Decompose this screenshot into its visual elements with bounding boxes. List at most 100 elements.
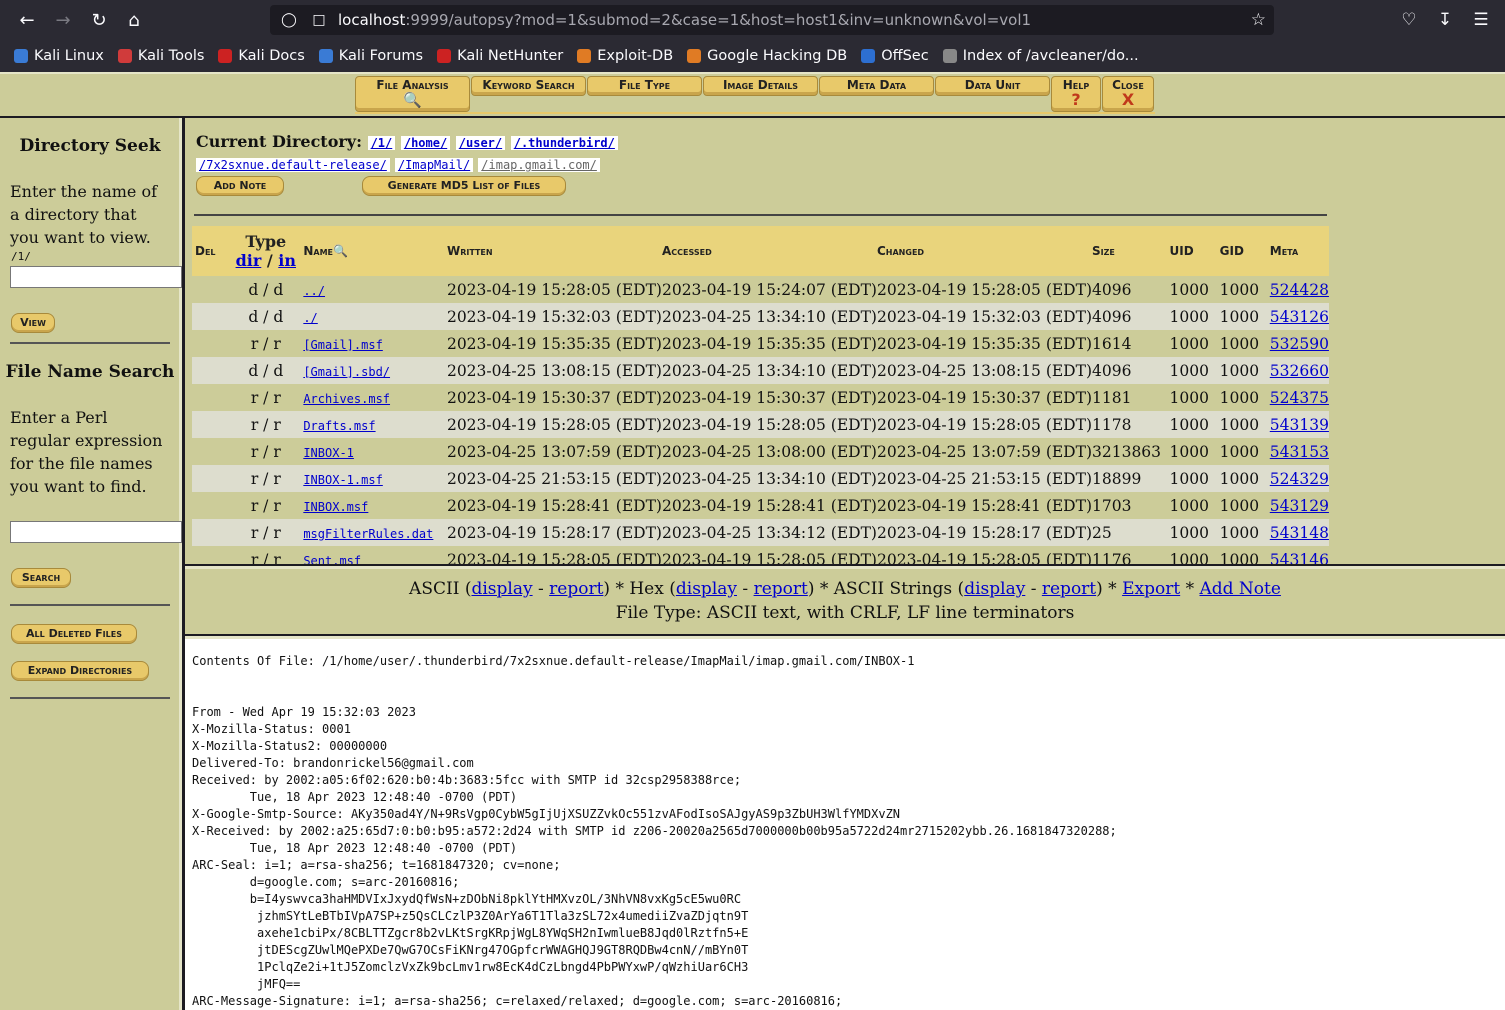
file-name-link[interactable]: [Gmail].sbd/ (303, 365, 390, 379)
tab-help[interactable]: Help ? (1051, 76, 1101, 112)
ascii-display-link[interactable]: display (471, 579, 532, 599)
cell-size: 18899 (1092, 465, 1170, 492)
home-icon[interactable]: ⌂ (119, 6, 149, 34)
file-name-link[interactable]: ./ (303, 311, 317, 325)
file-name-link[interactable]: ../ (303, 284, 325, 298)
add-note-button[interactable]: Add Note (196, 176, 284, 196)
bookmark-item[interactable]: Kali Forums (318, 48, 423, 64)
cell-size: 1176 (1092, 550, 1132, 565)
meta-link[interactable]: 532660 (1270, 362, 1329, 380)
meta-link[interactable]: 543129 (1270, 497, 1329, 515)
bookmark-label: Kali NetHunter (457, 48, 564, 64)
file-name-link[interactable]: Archives.msf (303, 392, 390, 406)
ascii-report-link[interactable]: report (549, 579, 603, 599)
file-name-link[interactable]: [Gmail].msf (303, 338, 382, 352)
file-name-link[interactable]: INBOX-1 (303, 446, 354, 460)
breadcrumb-root[interactable]: /1/ (367, 136, 396, 150)
tab-meta-data[interactable]: Meta Data (819, 76, 934, 96)
file-name-link[interactable]: INBOX.msf (303, 500, 368, 514)
view-options-frame: ASCII (display - report) * Hex (display … (185, 566, 1505, 634)
hex-display-link[interactable]: display (676, 579, 737, 599)
url-bar[interactable]: ◯ □ localhost:9999/autopsy?mod=1&submod=… (270, 5, 1274, 35)
bookmark-item[interactable]: Kali Docs (218, 48, 305, 64)
cell-name: INBOX-1.msf (300, 465, 447, 492)
meta-link[interactable]: 543139 (1270, 416, 1329, 434)
shield-icon[interactable]: ◯ (278, 12, 300, 28)
breadcrumb-home[interactable]: /home/ (400, 136, 451, 150)
all-deleted-files-button[interactable]: All Deleted Files (11, 624, 137, 644)
col-del: Del (192, 226, 232, 276)
cell-name: INBOX-1 (300, 438, 447, 465)
forward-arrow-icon[interactable]: → (48, 6, 78, 34)
export-link[interactable]: Export (1122, 579, 1180, 599)
cell-gid: 1000 (1219, 519, 1270, 546)
add-note-link[interactable]: Add Note (1199, 579, 1280, 599)
cell-accessed: 2023-04-19 15:28:05 (EDT) (661, 411, 877, 438)
tab-file-analysis[interactable]: File Analysis 🔍 (355, 76, 470, 112)
file-name-link[interactable]: Sent.msf (303, 554, 361, 565)
file-name-link[interactable]: msgFilterRules.dat (303, 527, 433, 541)
tab-file-type[interactable]: File Type (587, 76, 702, 96)
file-name-link[interactable]: Drafts.msf (303, 419, 375, 433)
help-icon: ? (1071, 90, 1081, 109)
strings-display-link[interactable]: display (964, 579, 1025, 599)
bookmark-label: OffSec (881, 48, 929, 64)
bookmark-item[interactable]: Kali Tools (117, 48, 204, 64)
download-icon[interactable]: ↧ (1430, 6, 1460, 34)
reload-icon[interactable]: ↻ (84, 6, 114, 34)
type-dir-link[interactable]: dir (236, 251, 262, 270)
pocket-icon[interactable]: ♡ (1394, 6, 1424, 34)
meta-link[interactable]: 524375 (1270, 389, 1329, 407)
tab-image-details[interactable]: Image Details (703, 76, 818, 96)
tab-data-unit[interactable]: Data Unit (935, 76, 1050, 96)
table-row: r / r INBOX.msf 2023-04-19 15:28:41 (EDT) 2… (192, 492, 1329, 519)
back-arrow-icon[interactable]: ← (12, 6, 42, 34)
cell-written: 2023-04-19 15:28:05 (EDT) (446, 550, 662, 565)
type-in-link[interactable]: in (278, 251, 296, 270)
expand-directories-button[interactable]: Expand Directories (11, 661, 149, 681)
table-row: r / r msgFilterRules.dat 2023-04-19 15:28:… (192, 519, 1329, 546)
tab-close[interactable]: Close X (1102, 76, 1154, 112)
cell-changed: 2023-04-19 15:28:41 (EDT) (876, 496, 1092, 515)
meta-link[interactable]: 532590 (1270, 335, 1329, 353)
col-name[interactable]: Name🔍 (300, 226, 447, 276)
strings-report-link[interactable]: report (1042, 579, 1096, 599)
bookmark-item[interactable]: OffSec (861, 48, 929, 64)
cell-accessed: 2023-04-25 13:08:00 (EDT) (661, 442, 877, 461)
file-name-input[interactable] (10, 521, 182, 543)
breadcrumb-profile[interactable]: /7x2sxnue.default-release/ (196, 158, 390, 172)
meta-link[interactable]: 543148 (1270, 524, 1329, 542)
meta-link[interactable]: 543153 (1270, 443, 1329, 461)
bookmark-item[interactable]: Google Hacking DB (687, 48, 847, 64)
cell-accessed: 2023-04-19 15:30:37 (EDT) (661, 388, 877, 407)
table-row: r / r Archives.msf 2023-04-19 15:30:37 (ED… (192, 384, 1329, 411)
bookmark-item[interactable]: Exploit-DB (577, 48, 673, 64)
file-name-link[interactable]: INBOX-1.msf (303, 473, 382, 487)
breadcrumb-line-2: /7x2sxnue.default-release/ /ImapMail/ /i… (196, 154, 600, 173)
menu-icon[interactable]: ☰ (1466, 6, 1496, 34)
breadcrumb-user[interactable]: /user/ (455, 136, 506, 150)
cell-name: ./ (300, 303, 447, 330)
bookmark-item[interactable]: Kali Linux (14, 48, 104, 64)
search-button[interactable]: Search (11, 568, 71, 588)
generate-md5-button[interactable]: Generate MD5 List of Files (362, 176, 566, 196)
hex-label: Hex (629, 579, 664, 599)
bookmark-item[interactable]: Kali NetHunter (437, 48, 563, 64)
current-directory-label: Current Directory: (196, 132, 362, 151)
meta-link[interactable]: 524428 (1270, 281, 1329, 299)
hex-report-link[interactable]: report (754, 579, 808, 599)
breadcrumb-imapmail[interactable]: /ImapMail/ (394, 158, 474, 172)
breadcrumb-thunderbird[interactable]: /.thunderbird/ (510, 136, 618, 150)
bookmark-item[interactable]: Index of /avcleaner/do... (942, 48, 1139, 64)
tab-keyword-search[interactable]: Keyword Search (471, 76, 586, 96)
meta-link[interactable]: 524329 (1270, 470, 1329, 488)
bookmark-icon (117, 49, 132, 63)
directory-input[interactable] (10, 266, 182, 288)
cell-del (192, 492, 231, 519)
meta-link[interactable]: 543146 (1270, 551, 1329, 565)
view-button[interactable]: View (11, 313, 55, 333)
meta-link[interactable]: 543126 (1270, 308, 1329, 326)
cell-meta: 524375 (1270, 384, 1329, 411)
bookmark-star-icon[interactable]: ☆ (1251, 10, 1266, 30)
file-content-frame[interactable]: Contents Of File: /1/home/user/.thunderb… (185, 636, 1505, 1010)
